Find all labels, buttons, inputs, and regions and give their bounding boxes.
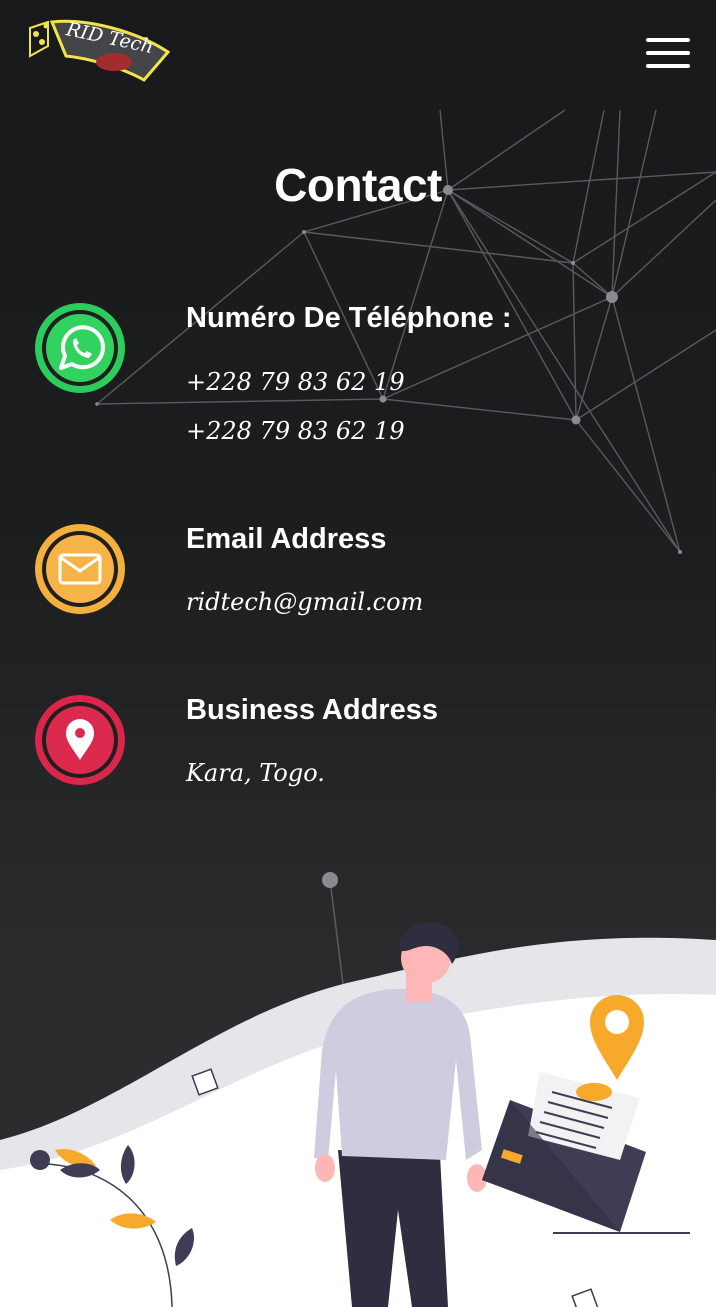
whatsapp-icon	[34, 302, 126, 394]
phone-heading: Numéro De Téléphone :	[186, 302, 512, 334]
location-pin-icon	[34, 694, 126, 786]
rid-tech-logo[interactable]: RID Tech	[28, 16, 173, 86]
hamburger-menu-icon[interactable]	[644, 36, 692, 70]
business-address: Kara, Togo.	[186, 759, 325, 787]
page-title: Contact	[274, 159, 442, 211]
email-heading: Email Address	[186, 523, 387, 555]
phone-number-2[interactable]: +228 79 83 62 19	[186, 417, 405, 445]
phone-number-1[interactable]: +228 79 83 62 19	[186, 368, 405, 396]
contact-illustration	[0, 922, 716, 1307]
address-heading: Business Address	[186, 694, 438, 726]
envelope-icon	[34, 523, 126, 615]
email-address[interactable]: ridtech@gmail.com	[186, 588, 423, 616]
